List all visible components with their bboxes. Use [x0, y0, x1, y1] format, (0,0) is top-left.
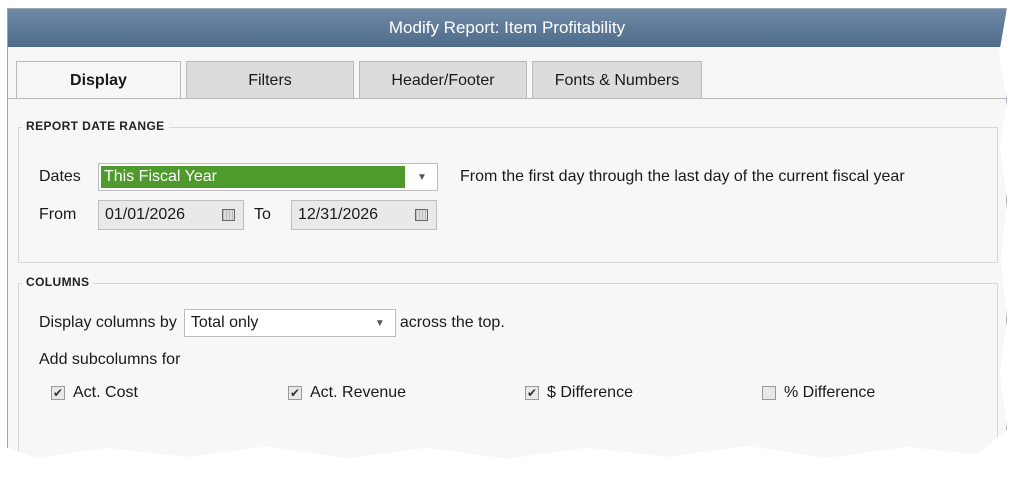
subcolumn-act-cost[interactable]: ✔ Act. Cost [51, 384, 138, 402]
tab-filters[interactable]: Filters [186, 61, 354, 99]
to-date-value: 12/31/2026 [298, 206, 379, 223]
from-label: From [39, 206, 77, 223]
calendar-icon[interactable] [415, 209, 428, 221]
subcolumn-percent-difference[interactable]: % Difference [762, 384, 875, 402]
checkbox-checked-icon[interactable]: ✔ [288, 386, 302, 400]
to-label: To [254, 206, 271, 223]
from-date-value: 01/01/2026 [105, 206, 186, 223]
display-by-value: Total only [190, 314, 259, 331]
subcolumns-row: Add subcolumns for [39, 351, 180, 369]
across-label: across the top. [399, 314, 505, 331]
subcolumn-act-cost-label: Act. Cost [73, 384, 138, 401]
chevron-down-icon[interactable]: ▼ [365, 310, 395, 336]
checkbox-checked-icon[interactable]: ✔ [51, 386, 65, 400]
dates-description: From the first day through the last day … [460, 168, 905, 185]
dates-dropdown[interactable]: This Fiscal Year ▼ [98, 163, 438, 191]
subcolumn-dollar-difference-label: $ Difference [547, 384, 633, 401]
tab-divider [8, 98, 1006, 99]
dates-selected-value: This Fiscal Year [101, 166, 405, 188]
from-to-row: From 01/01/2026 To 12/31/2026 [39, 200, 437, 230]
display-columns-row: Display columns by Total only ▼ across t… [39, 309, 505, 337]
tab-fonts-numbers[interactable]: Fonts & Numbers [532, 61, 702, 99]
report-date-range-group [18, 127, 998, 263]
columns-title: COLUMNS [22, 275, 94, 289]
tab-header-footer[interactable]: Header/Footer [359, 61, 527, 99]
subcolumn-percent-difference-label: % Difference [784, 384, 876, 401]
checkbox-unchecked-icon[interactable] [762, 386, 776, 400]
subcolumns-label: Add subcolumns for [39, 351, 181, 368]
dialog-title-bar: Modify Report: Item Profitability [8, 9, 1006, 47]
tab-fonts-numbers-label: Fonts & Numbers [554, 71, 680, 89]
checkbox-checked-icon[interactable]: ✔ [525, 386, 539, 400]
dates-label: Dates [39, 168, 81, 185]
to-date-field[interactable]: 12/31/2026 [291, 200, 437, 230]
subcolumn-act-revenue[interactable]: ✔ Act. Revenue [288, 384, 406, 402]
tab-header-footer-label: Header/Footer [391, 71, 495, 89]
modify-report-dialog: Modify Report: Item Profitability Displa… [7, 8, 1007, 459]
calendar-icon[interactable] [222, 209, 235, 221]
subcolumn-act-revenue-label: Act. Revenue [310, 384, 407, 401]
report-date-range-title: REPORT DATE RANGE [22, 119, 169, 133]
subcolumn-dollar-difference[interactable]: ✔ $ Difference [525, 384, 633, 402]
tab-bar: Display Filters Header/Footer Fonts & Nu… [16, 61, 707, 99]
dates-row: Dates This Fiscal Year ▼ From the first … [39, 163, 905, 191]
chevron-down-icon[interactable]: ▼ [407, 164, 437, 190]
dialog-title: Modify Report: Item Profitability [388, 18, 626, 37]
tab-filters-label: Filters [248, 71, 292, 89]
display-by-label: Display columns by [39, 314, 177, 331]
display-columns-dropdown[interactable]: Total only ▼ [183, 309, 396, 337]
tab-display-label: Display [70, 71, 127, 89]
from-date-field[interactable]: 01/01/2026 [98, 200, 244, 230]
tab-display[interactable]: Display [16, 61, 181, 99]
